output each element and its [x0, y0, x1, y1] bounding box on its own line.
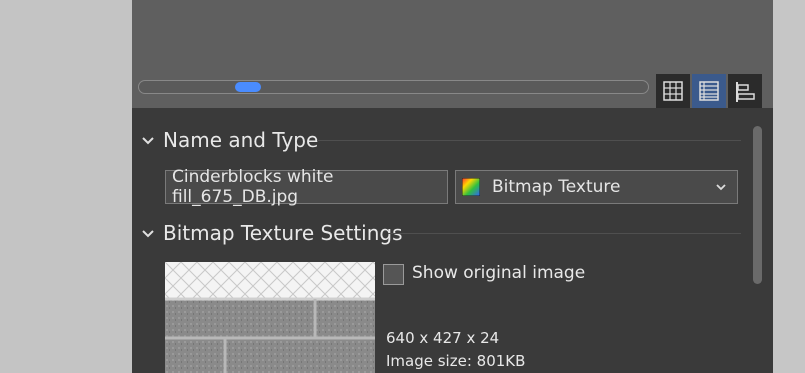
section-title: Bitmap Texture Settings [163, 221, 403, 245]
section-divider [388, 233, 741, 234]
image-dimensions: 640 x 427 x 24 [386, 329, 500, 347]
left-background [0, 0, 132, 373]
details-view-button[interactable] [728, 74, 762, 108]
section-title: Name and Type [163, 128, 319, 152]
material-type-select[interactable]: Bitmap Texture [455, 170, 738, 204]
grid-view-icon [663, 81, 683, 101]
preview-size-slider[interactable] [138, 80, 649, 94]
show-original-label: Show original image [412, 263, 586, 283]
material-type-value: Bitmap Texture [492, 177, 621, 197]
preview-area [132, 0, 773, 108]
details-view-icon [736, 82, 755, 102]
name-and-type-header[interactable]: Name and Type [132, 128, 773, 152]
grid-view-button[interactable] [656, 74, 690, 108]
slider-thumb[interactable] [235, 82, 261, 92]
right-background [773, 0, 805, 373]
list-view-button[interactable] [692, 74, 726, 108]
material-editor-panel: Name and Type Cinderblocks white fill_67… [132, 0, 773, 373]
material-name-input[interactable]: Cinderblocks white fill_675_DB.jpg [165, 167, 448, 207]
show-original-checkbox[interactable] [383, 264, 404, 285]
texture-preview-image [165, 262, 375, 373]
section-divider [317, 140, 741, 141]
vertical-scrollbar[interactable] [753, 126, 762, 284]
chevron-down-icon [142, 230, 154, 238]
chevron-down-icon [716, 184, 726, 191]
list-view-icon [699, 81, 719, 101]
chevron-down-icon [142, 137, 154, 145]
material-name-value: Cinderblocks white fill_675_DB.jpg [172, 167, 334, 207]
image-size: Image size: 801KB [386, 352, 526, 370]
bitmap-texture-icon [462, 178, 480, 196]
bitmap-settings-header[interactable]: Bitmap Texture Settings [132, 221, 773, 245]
